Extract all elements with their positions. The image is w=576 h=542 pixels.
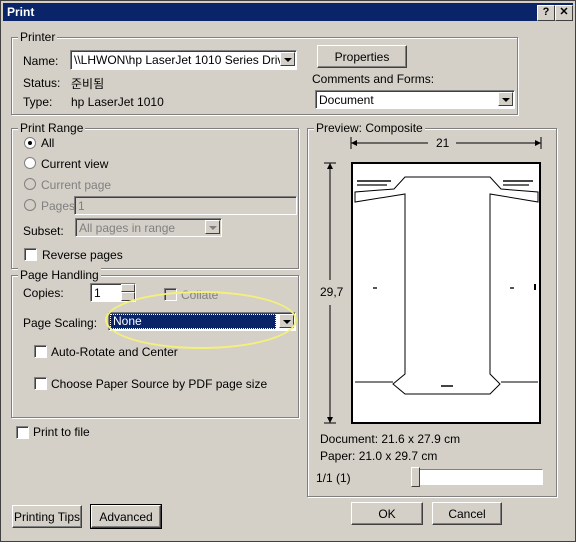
paper-source-label[interactable]: Choose Paper Source by PDF page size — [51, 377, 267, 391]
print-range-group-label: Print Range — [18, 121, 86, 135]
preview-group-label: Preview: Composite — [314, 121, 425, 135]
chevron-down-icon[interactable] — [205, 220, 220, 234]
chevron-down-icon[interactable] — [498, 92, 513, 106]
auto-rotate-checkbox[interactable] — [34, 345, 47, 358]
preview-page — [351, 162, 541, 424]
collate-label: Collate — [181, 288, 219, 302]
print-to-file-checkbox[interactable] — [16, 426, 29, 439]
window-title: Print — [7, 5, 35, 19]
page-counter: 1/1 (1) — [316, 471, 351, 485]
printer-name-label: Name: — [23, 54, 59, 68]
printer-name-value: \\LHWON\hp LaserJet 1010 Series Driver — [74, 53, 295, 67]
current-page-label: Current page — [41, 178, 112, 192]
page-thumbnail-icon — [354, 176, 539, 395]
document-size: Document: 21.6 x 27.9 cm — [320, 432, 461, 446]
advanced-button[interactable]: Advanced — [90, 504, 162, 529]
pages-radio[interactable] — [24, 199, 36, 211]
printing-tips-button[interactable]: Printing Tips — [12, 505, 82, 528]
chevron-down-icon[interactable] — [279, 314, 294, 328]
all-label[interactable]: All — [41, 136, 54, 150]
printer-type-label: Type: — [23, 95, 53, 109]
current-view-label[interactable]: Current view — [41, 157, 108, 171]
printer-name-select[interactable]: \\LHWON\hp LaserJet 1010 Series Driver — [70, 50, 297, 70]
page-scaling-select[interactable]: None — [108, 312, 296, 331]
properties-button[interactable]: Properties — [317, 45, 407, 68]
page-scaling-label: Page Scaling: — [23, 316, 98, 330]
collate-checkbox[interactable] — [164, 288, 177, 301]
printer-status-label: Status: — [23, 76, 61, 90]
print-to-file-label[interactable]: Print to file — [33, 425, 90, 439]
printer-type-value: hp LaserJet 1010 — [71, 95, 164, 109]
cancel-button[interactable]: Cancel — [432, 502, 502, 525]
stepper-up-icon[interactable] — [121, 284, 135, 292]
width-value: 21 — [436, 136, 450, 150]
height-value: 29,7 — [320, 285, 344, 299]
reverse-pages-checkbox[interactable] — [24, 248, 37, 261]
comments-forms-value: Document — [319, 93, 374, 107]
pages-label: Pages — [41, 199, 76, 213]
close-icon[interactable]: ✕ — [555, 5, 573, 21]
page-slider[interactable] — [411, 469, 543, 485]
printer-group-label: Printer — [18, 30, 58, 44]
reverse-pages-label[interactable]: Reverse pages — [42, 248, 123, 262]
chevron-down-icon[interactable] — [280, 52, 295, 66]
page-scaling-value: None — [110, 314, 276, 329]
current-view-radio[interactable] — [24, 157, 36, 169]
subset-select[interactable]: All pages in range — [75, 218, 222, 237]
all-radio[interactable] — [24, 137, 36, 149]
stepper-down-icon[interactable] — [121, 292, 135, 301]
auto-rotate-label[interactable]: Auto-Rotate and Center — [51, 345, 178, 359]
copies-value: 1 — [94, 286, 101, 300]
help-icon[interactable]: ? — [537, 5, 555, 21]
page-handling-group-label: Page Handling — [18, 268, 101, 282]
page-slider-handle[interactable] — [411, 467, 420, 487]
printer-status-value: 준비됨 — [71, 77, 105, 91]
paper-size: Paper: 21.0 x 29.7 cm — [320, 449, 438, 463]
comments-forms-label: Comments and Forms: — [312, 72, 435, 86]
title-bar: Print ? ✕ — [3, 3, 573, 21]
copies-label: Copies: — [23, 286, 64, 300]
pages-input[interactable]: 1 — [74, 196, 297, 215]
ok-button[interactable]: OK — [351, 502, 423, 525]
comments-forms-select[interactable]: Document — [315, 90, 515, 109]
subset-label: Subset: — [23, 224, 64, 238]
paper-source-checkbox[interactable] — [34, 377, 47, 390]
current-page-radio[interactable] — [24, 178, 36, 190]
subset-value: All pages in range — [79, 221, 176, 235]
